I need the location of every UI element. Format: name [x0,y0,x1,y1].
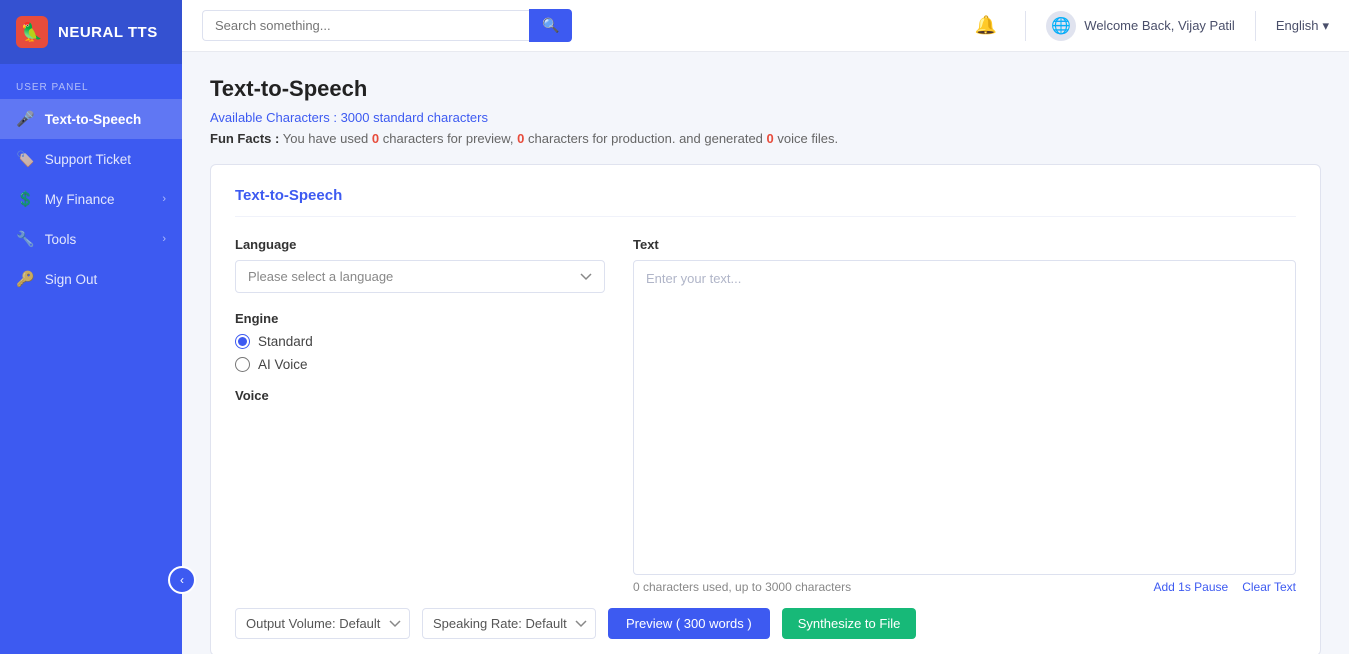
search-button[interactable]: 🔍 [529,9,572,42]
notification-bell-icon[interactable]: 🔔 [967,11,1005,40]
search-wrap: 🔍 [202,9,572,42]
synthesize-button[interactable]: Synthesize to File [782,608,917,639]
bottom-controls-row: Output Volume: Default Speaking Rate: De… [235,608,1296,639]
sidebar-item-finance[interactable]: 💲 My Finance › [0,179,182,219]
speaking-rate-select[interactable]: Speaking Rate: Default [422,608,596,639]
finance-icon: 💲 [16,190,35,208]
fun-facts-production-label: characters for production. [528,131,675,146]
logo-icon: 🦜 [16,16,48,48]
logo-emoji: 🦜 [21,22,43,43]
user-name: Welcome Back, Vijay Patil [1084,18,1235,33]
search-input[interactable] [202,10,529,41]
support-icon: 🏷️ [16,150,35,168]
tts-card-title: Text-to-Speech [235,187,1296,217]
language-select[interactable]: Please select a language [235,260,605,293]
voice-section: Voice [235,388,605,403]
sidebar-label-support: Support Ticket [45,152,131,167]
text-form-label: Text [633,237,1296,252]
finance-chevron-icon: › [162,193,166,205]
topbar-divider-1 [1025,11,1026,41]
fun-facts-voice-count: 0 [767,131,774,146]
sidebar-item-tools[interactable]: 🔧 Tools › [0,219,182,259]
tts-right-panel: Text 0 characters used, up to 3000 chara… [633,237,1296,594]
tts-left-panel: Language Please select a language Engine… [235,237,605,594]
page-content: Text-to-Speech Available Characters : 30… [182,52,1349,654]
engine-standard-label: Standard [258,334,313,349]
topbar: 🔍 🔔 🌐 Welcome Back, Vijay Patil English … [182,0,1349,52]
language-dropdown-arrow-icon: ▾ [1322,18,1329,34]
preview-button[interactable]: Preview ( 300 words ) [608,608,770,639]
add-pause-button[interactable]: Add 1s Pause [1153,580,1228,594]
fun-facts-production-count: 0 [517,131,524,146]
fun-facts-voice-label: and generated [679,131,763,146]
user-menu[interactable]: 🌐 Welcome Back, Vijay Patil [1046,11,1235,41]
tools-chevron-icon: › [162,233,166,245]
sidebar-logo: 🦜 NEURAL TTS [0,0,182,64]
text-input[interactable] [633,260,1296,575]
engine-standard-option[interactable]: Standard [235,334,605,349]
char-count-text: 0 characters used, up to 3000 characters [633,580,851,594]
engine-form-label: Engine [235,311,605,326]
sidebar-label-tools: Tools [45,232,77,247]
fun-facts-label: Fun Facts : [210,131,279,146]
tts-icon: 🎤 [16,110,35,128]
sidebar-item-tts[interactable]: 🎤 Text-to-Speech [0,99,182,139]
signout-icon: 🔑 [16,270,35,288]
tts-card: Text-to-Speech Language Please select a … [210,164,1321,654]
fun-facts-preview-count: 0 [372,131,379,146]
avail-chars-value: 3000 standard characters [341,110,488,125]
fun-facts-text: You have used [283,131,369,146]
language-form-label: Language [235,237,605,252]
sidebar-item-support[interactable]: 🏷️ Support Ticket [0,139,182,179]
language-label: English [1276,18,1319,33]
voice-form-label: Voice [235,388,605,403]
language-selector[interactable]: English ▾ [1276,18,1329,34]
engine-section: Engine Standard AI Voice [235,311,605,372]
engine-radio-group: Standard AI Voice [235,334,605,372]
fun-facts-preview-label: characters for preview, [383,131,514,146]
available-characters: Available Characters : 3000 standard cha… [210,110,1321,125]
avatar: 🌐 [1046,11,1076,41]
tools-icon: 🔧 [16,230,35,248]
engine-standard-radio[interactable] [235,334,250,349]
char-actions: Add 1s Pause Clear Text [1153,580,1296,594]
page-title: Text-to-Speech [210,76,1321,102]
output-volume-select[interactable]: Output Volume: Default [235,608,410,639]
sidebar-label-finance: My Finance [45,192,115,207]
engine-ai-voice-label: AI Voice [258,357,308,372]
sidebar-label-tts: Text-to-Speech [45,112,142,127]
engine-ai-voice-radio[interactable] [235,357,250,372]
sidebar-label-signout: Sign Out [45,272,98,287]
engine-ai-voice-option[interactable]: AI Voice [235,357,605,372]
main-content: 🔍 🔔 🌐 Welcome Back, Vijay Patil English … [182,0,1349,654]
app-name: NEURAL TTS [58,24,158,41]
sidebar-section-label: USER PANEL [0,64,182,99]
fun-facts-voice-suffix: voice files. [777,131,838,146]
sidebar-item-signout[interactable]: 🔑 Sign Out [0,259,182,299]
tts-form-row: Language Please select a language Engine… [235,237,1296,594]
avail-chars-label: Available Characters : [210,110,337,125]
sidebar: 🦜 NEURAL TTS USER PANEL 🎤 Text-to-Speech… [0,0,182,654]
topbar-divider-2 [1255,11,1256,41]
fun-facts: Fun Facts : You have used 0 characters f… [210,131,1321,146]
clear-text-button[interactable]: Clear Text [1242,580,1296,594]
char-count-row: 0 characters used, up to 3000 characters… [633,580,1296,594]
sidebar-collapse-button[interactable]: ‹ [168,566,196,594]
